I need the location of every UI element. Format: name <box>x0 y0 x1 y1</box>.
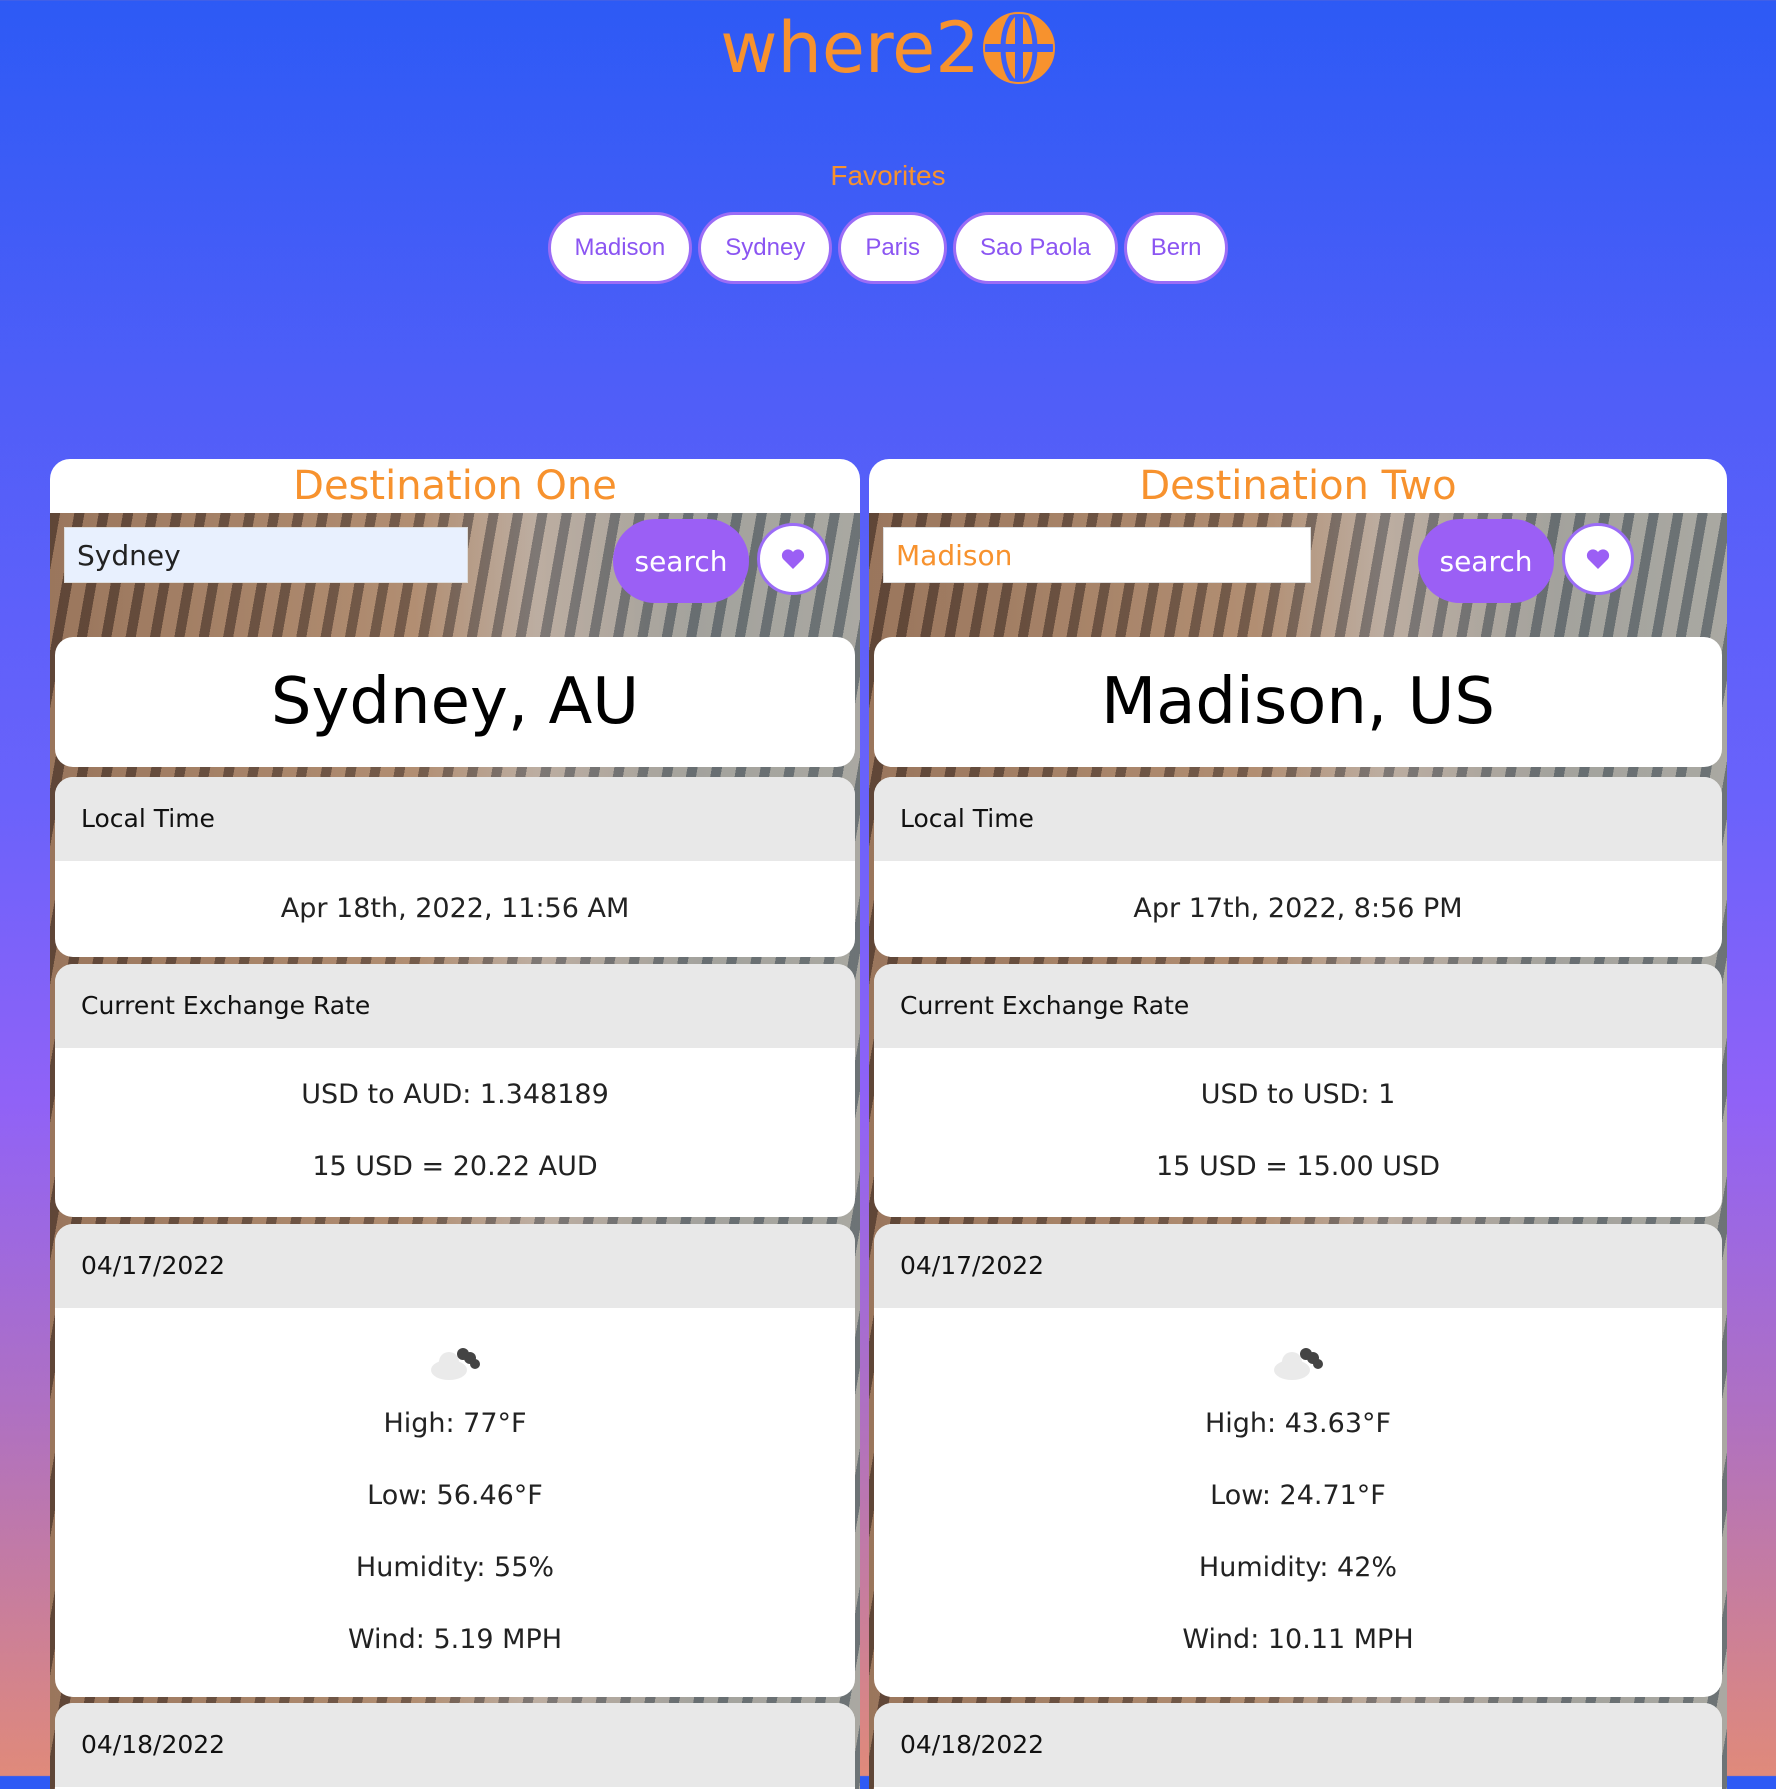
destination-one-city: Sydney, AU <box>55 637 855 767</box>
destination-one-search-row: Sydney search <box>64 519 846 615</box>
exchange-label: Current Exchange Rate <box>55 964 855 1048</box>
destination-two-search-input[interactable]: Madison <box>883 527 1311 583</box>
forecast-date: 04/18/2022 <box>55 1703 855 1787</box>
destination-two-panel: Destination Two Madison search Madison, … <box>869 459 1727 1789</box>
heart-icon <box>1586 549 1610 569</box>
destination-two-forecast-day-1: 04/17/2022 High: 43.63°F Low: 24.71°F Hu… <box>874 1224 1722 1697</box>
forecast-wind: Wind: 5.19 MPH <box>347 1624 563 1655</box>
local-time-label: Local Time <box>55 777 855 861</box>
forecast-low: Low: 56.46°F <box>367 1480 543 1511</box>
globe-icon <box>982 11 1055 85</box>
destination-one-search-input[interactable]: Sydney <box>64 527 468 583</box>
destination-two-search-row: Madison search <box>883 519 1713 615</box>
favorites-list: Madison Sydney Paris Sao Paola Bern <box>0 212 1776 284</box>
destination-one-heading: Destination One <box>50 459 860 513</box>
forecast-humidity: Humidity: 55% <box>355 1552 555 1583</box>
favorite-button-paris[interactable]: Paris <box>838 212 947 284</box>
destination-two-local-time-card: Local Time Apr 17th, 2022, 8:56 PM <box>874 777 1722 957</box>
cloudy-icon <box>1274 1348 1323 1380</box>
app-logo: where2 <box>0 8 1776 88</box>
destination-one-exchange-card: Current Exchange Rate USD to AUD: 1.3481… <box>55 964 855 1217</box>
favorites-title: Favorites <box>830 160 946 191</box>
exchange-rate: USD to AUD: 1.348189 <box>301 1079 609 1110</box>
local-time-value: Apr 18th, 2022, 11:56 AM <box>280 893 630 924</box>
exchange-example: 15 USD = 20.22 AUD <box>312 1151 598 1182</box>
forecast-high: High: 77°F <box>383 1408 527 1439</box>
destination-two-exchange-card: Current Exchange Rate USD to USD: 1 15 U… <box>874 964 1722 1217</box>
forecast-humidity: Humidity: 42% <box>1198 1552 1398 1583</box>
exchange-label: Current Exchange Rate <box>874 964 1722 1048</box>
heart-icon <box>781 549 805 569</box>
forecast-date: 04/18/2022 <box>874 1703 1722 1787</box>
local-time-value: Apr 17th, 2022, 8:56 PM <box>1133 893 1463 924</box>
logo-text: where2 <box>720 7 980 89</box>
destination-two-favorite-button[interactable] <box>1562 523 1634 595</box>
favorite-button-sydney[interactable]: Sydney <box>698 212 833 284</box>
destination-one-panel: Destination One Sydney search Sydney, AU… <box>50 459 860 1789</box>
favorite-button-sao-paola[interactable]: Sao Paola <box>953 212 1118 284</box>
exchange-rate: USD to USD: 1 <box>1200 1079 1396 1110</box>
favorite-button-bern[interactable]: Bern <box>1123 212 1229 284</box>
cloudy-icon <box>431 1348 480 1380</box>
destination-two-search-button[interactable]: search <box>1418 519 1554 603</box>
exchange-example: 15 USD = 15.00 USD <box>1156 1151 1440 1182</box>
forecast-wind: Wind: 10.11 MPH <box>1182 1624 1414 1655</box>
forecast-date: 04/17/2022 <box>55 1224 855 1308</box>
local-time-label: Local Time <box>874 777 1722 861</box>
destination-one-forecast-day-2: 04/18/2022 <box>55 1703 855 1789</box>
favorite-button-madison[interactable]: Madison <box>547 212 693 284</box>
destination-two-heading: Destination Two <box>869 459 1727 513</box>
destination-one-forecast-day-1: 04/17/2022 High: 77°F Low: 56.46°F Humid… <box>55 1224 855 1697</box>
forecast-low: Low: 24.71°F <box>1210 1480 1386 1511</box>
destination-one-search-button[interactable]: search <box>613 519 749 603</box>
destination-two-city: Madison, US <box>874 637 1722 767</box>
destination-one-favorite-button[interactable] <box>757 523 829 595</box>
forecast-high: High: 43.63°F <box>1204 1408 1392 1439</box>
forecast-date: 04/17/2022 <box>874 1224 1722 1308</box>
destination-one-local-time-card: Local Time Apr 18th, 2022, 11:56 AM <box>55 777 855 957</box>
destination-two-forecast-day-2: 04/18/2022 <box>874 1703 1722 1789</box>
